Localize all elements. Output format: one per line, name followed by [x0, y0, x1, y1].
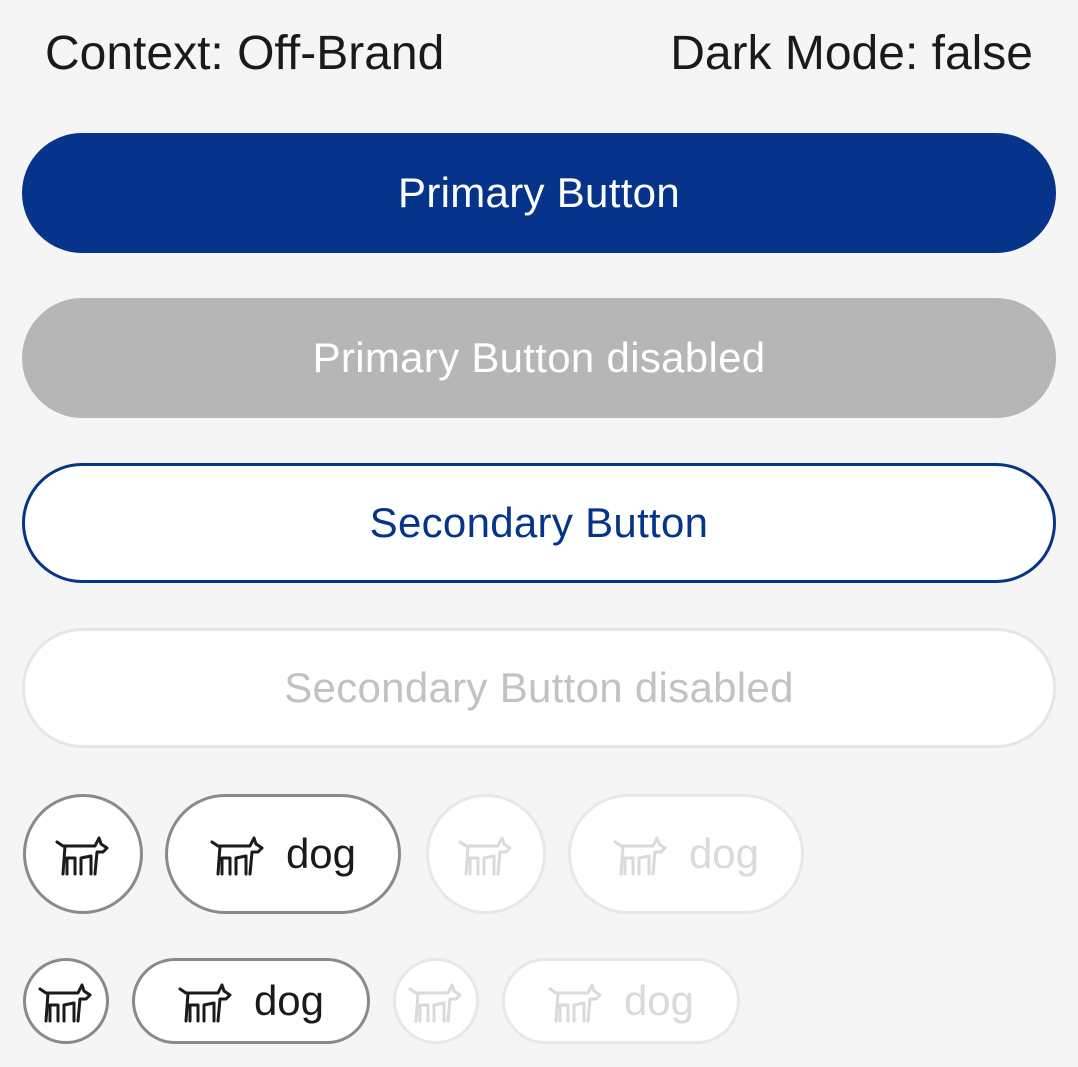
dog-chip-small[interactable]: dog: [132, 958, 370, 1044]
secondary-button[interactable]: Secondary Button: [22, 463, 1056, 583]
dog-icon: [458, 832, 514, 876]
secondary-button-disabled: Secondary Button disabled: [22, 628, 1056, 748]
dog-icon-button-small[interactable]: [23, 958, 109, 1044]
page: Context: Off-Brand Dark Mode: false Prim…: [0, 0, 1078, 1067]
primary-button-disabled: Primary Button disabled: [22, 298, 1056, 418]
dog-chip-small-disabled: dog: [502, 958, 740, 1044]
secondary-button-disabled-label: Secondary Button disabled: [284, 664, 794, 711]
primary-button-disabled-label: Primary Button disabled: [312, 334, 766, 381]
dog-icon: [408, 979, 464, 1023]
dog-chip-large-disabled: dog: [568, 794, 804, 914]
dog-chip-label: dog: [688, 830, 760, 877]
dog-chip-label: dog: [285, 830, 357, 877]
context-label: Context: Off-Brand: [45, 27, 445, 80]
primary-button[interactable]: Primary Button: [22, 133, 1056, 253]
dog-icon: [210, 832, 266, 876]
secondary-button-label: Secondary Button: [369, 499, 709, 546]
dark-mode-label: Dark Mode: false: [670, 27, 1033, 80]
dog-icon: [548, 979, 604, 1023]
dog-icon: [613, 832, 669, 876]
dog-chip-label: dog: [623, 977, 695, 1024]
dog-icon-button-large-disabled: [426, 794, 546, 914]
primary-button-label: Primary Button: [398, 169, 680, 216]
dog-icon: [178, 979, 234, 1023]
dog-icon-button-large[interactable]: [23, 794, 143, 914]
dog-icon: [38, 979, 94, 1023]
dog-icon-button-small-disabled: [393, 958, 479, 1044]
dog-chip-large[interactable]: dog: [165, 794, 401, 914]
dog-chip-label: dog: [253, 977, 325, 1024]
dog-icon: [55, 832, 111, 876]
